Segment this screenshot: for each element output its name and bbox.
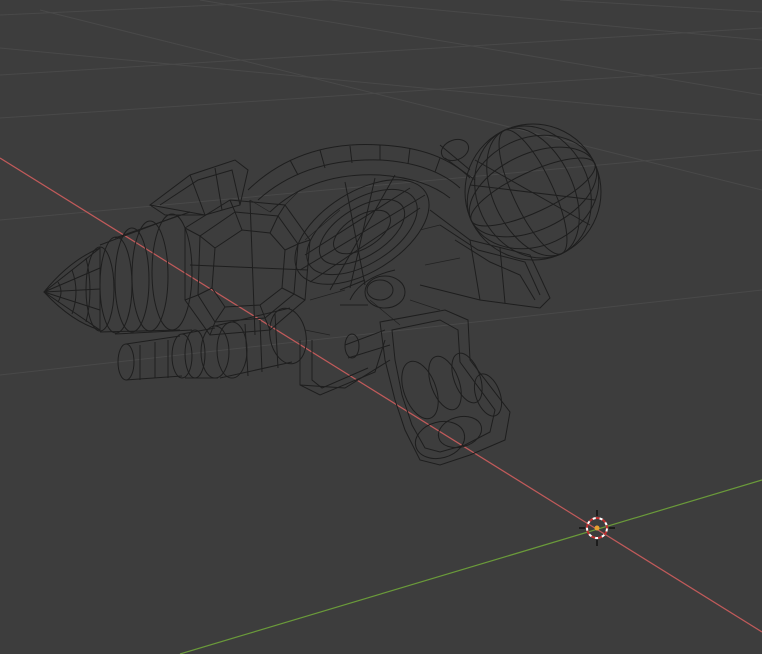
y-axis-line [179, 479, 762, 654]
floor-grid [0, 0, 762, 376]
nose-cone [43, 246, 115, 332]
viewport-canvas[interactable] [0, 0, 762, 654]
object-origin-dot [594, 525, 600, 531]
3d-viewport[interactable] [0, 0, 762, 654]
3d-cursor-icon[interactable] [579, 510, 615, 546]
top-front-fin [148, 159, 249, 216]
x-axis-line [0, 157, 762, 633]
main-body [184, 199, 311, 336]
sphere-connector [439, 138, 476, 181]
lower-barrel [117, 307, 307, 381]
center-disc [294, 174, 430, 291]
top-handle [247, 144, 471, 213]
barrel-rings [99, 211, 193, 335]
ray-gun-mesh[interactable] [43, 107, 617, 466]
rear-wing [419, 209, 551, 309]
